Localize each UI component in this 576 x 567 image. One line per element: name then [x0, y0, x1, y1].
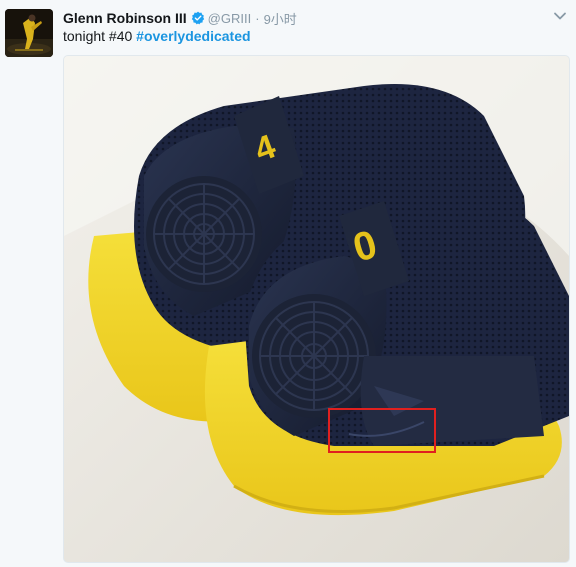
avatar-image [5, 9, 53, 57]
verified-badge-icon [191, 11, 205, 25]
tweet-text: tonight #40 #overlydedicated [63, 27, 251, 45]
hashtag-link[interactable]: #overlydedicated [136, 28, 250, 44]
handle[interactable]: @GRIII [208, 11, 252, 26]
tweet[interactable]: Glenn Robinson III @GRIII · 9小时 tonight … [0, 0, 576, 567]
avatar[interactable] [5, 9, 53, 57]
tweet-header: Glenn Robinson III @GRIII · 9小时 [63, 9, 546, 27]
sneaker-photo: 4 0 [64, 56, 569, 562]
tweet-text-body: tonight #40 [63, 28, 137, 44]
chevron-down-icon[interactable] [552, 8, 568, 24]
tweet-photo[interactable]: 4 0 [63, 55, 570, 563]
timestamp[interactable]: 9小时 [264, 9, 297, 28]
display-name[interactable]: Glenn Robinson III [63, 10, 187, 26]
separator: · [255, 10, 260, 26]
